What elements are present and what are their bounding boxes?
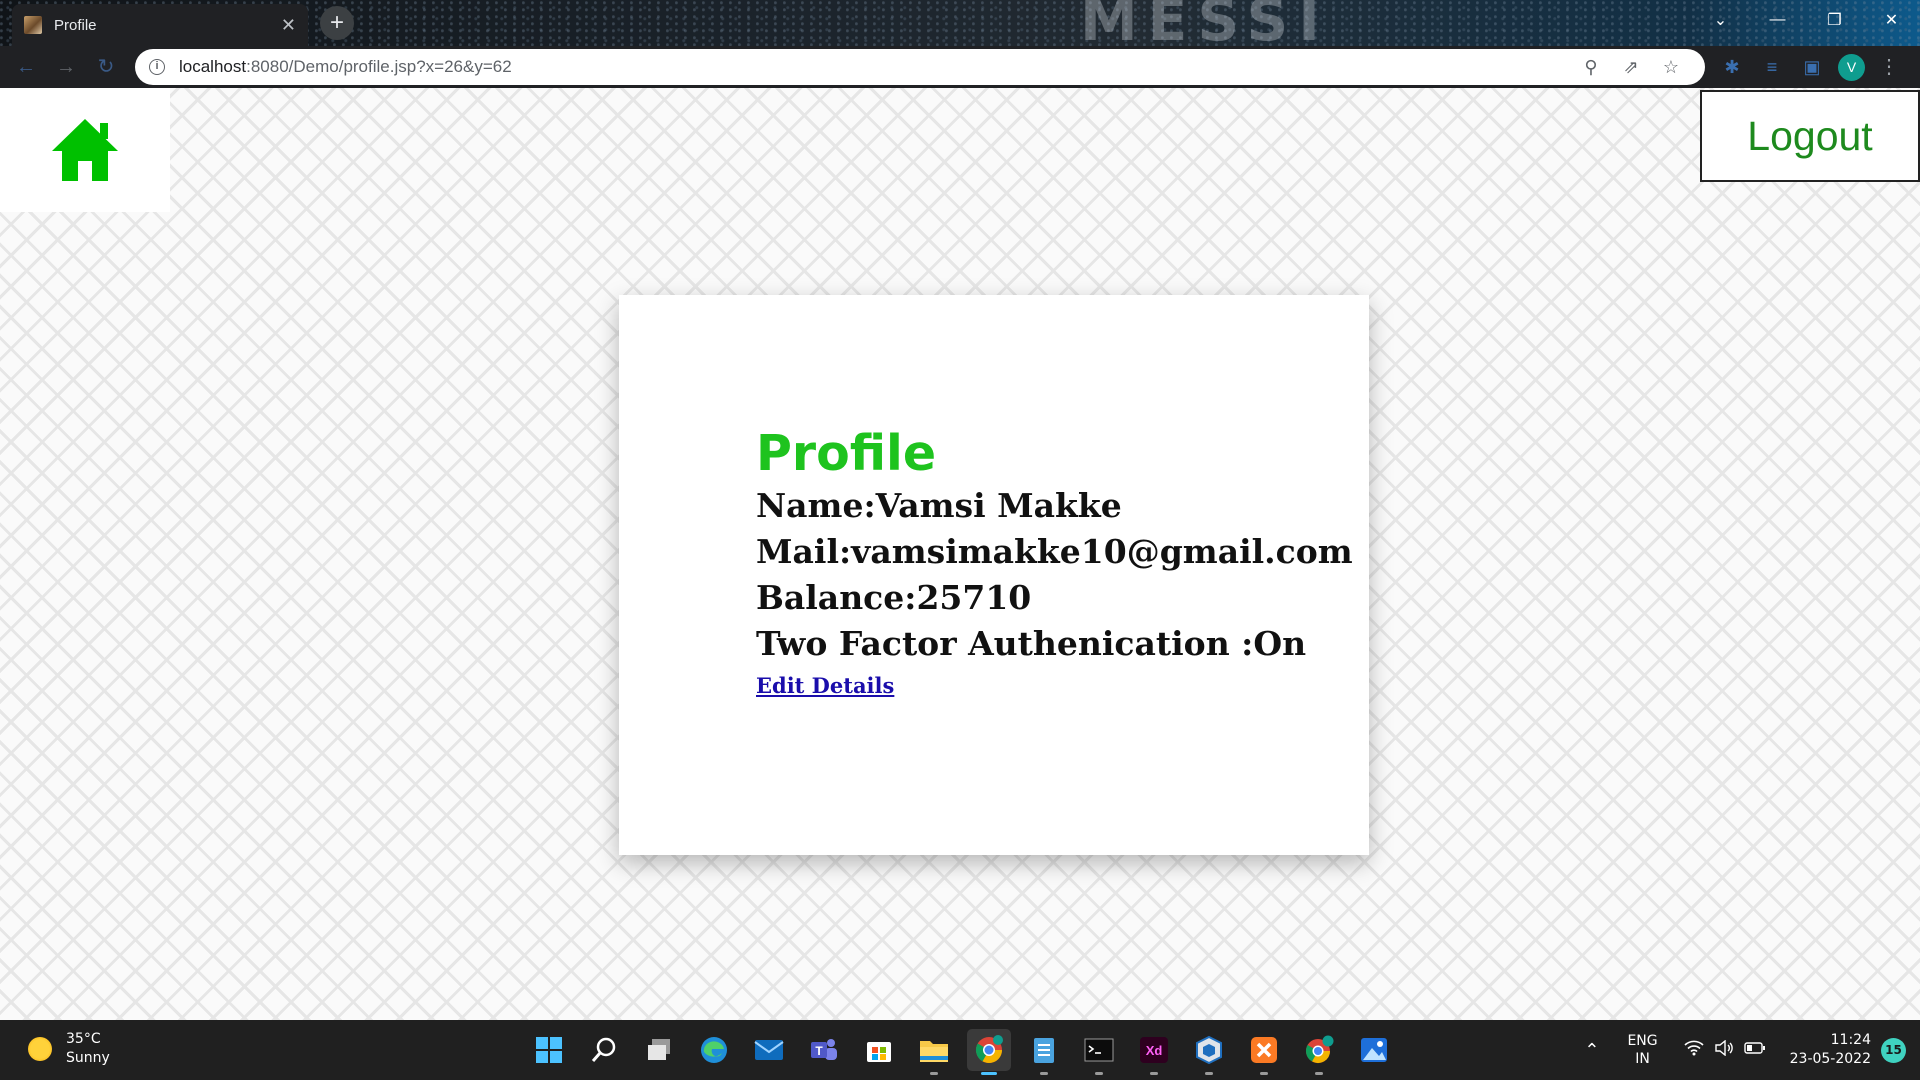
info-icon[interactable]: i: [149, 59, 165, 75]
running-indicator: [1040, 1072, 1048, 1075]
taskbar-apps: T Xd: [527, 1029, 1407, 1075]
new-tab-button[interactable]: +: [320, 6, 354, 40]
menu-icon[interactable]: ⋮: [1874, 46, 1904, 88]
url-text[interactable]: localhost:8080/Demo/profile.jsp?x=26&y=6…: [179, 57, 1571, 77]
clock[interactable]: 11:24 23-05-2022: [1790, 1031, 1871, 1069]
home-icon: [52, 119, 118, 181]
address-bar[interactable]: i localhost:8080/Demo/profile.jsp?x=26&y…: [135, 49, 1705, 85]
notepad-icon[interactable]: [1022, 1029, 1066, 1075]
restore-icon[interactable]: ❐: [1806, 0, 1863, 40]
lang-top: ENG: [1627, 1033, 1658, 1049]
weather-widget[interactable]: 35°C Sunny: [28, 1030, 110, 1068]
window-controls: ⌄ — ❐ ✕: [1692, 0, 1920, 40]
minimize-icon[interactable]: —: [1749, 0, 1806, 40]
lang-bottom: IN: [1635, 1051, 1650, 1067]
mail-field: Mail:vamsimakke10@gmail.com: [756, 532, 1353, 571]
search-icon[interactable]: [582, 1029, 626, 1071]
reading-list-icon[interactable]: ≡: [1752, 46, 1792, 88]
running-indicator: [1260, 1072, 1268, 1075]
back-arrow-icon[interactable]: ←: [6, 50, 46, 84]
profile-avatar[interactable]: V: [1838, 54, 1865, 81]
adobe-xd-icon[interactable]: Xd: [1132, 1029, 1176, 1075]
active-indicator: [981, 1072, 997, 1075]
photos-icon[interactable]: [1352, 1029, 1396, 1071]
virtualbox-icon[interactable]: [1187, 1029, 1231, 1075]
running-indicator: [1150, 1072, 1158, 1075]
chrome-profile-icon[interactable]: [1297, 1029, 1341, 1075]
chrome-icon[interactable]: [967, 1029, 1011, 1075]
balance-field: Balance:25710: [756, 578, 1032, 617]
forward-arrow-icon[interactable]: →: [46, 50, 86, 84]
tab-favicon-icon: [24, 16, 42, 34]
running-indicator: [1205, 1072, 1213, 1075]
running-indicator: [930, 1072, 938, 1075]
edge-icon[interactable]: [692, 1029, 736, 1071]
clock-time: 11:24: [1830, 1032, 1871, 1048]
browser-titlebar: Profile ✕ + MESSI ⌄ — ❐ ✕: [0, 0, 1920, 54]
tab-title: Profile: [54, 16, 97, 34]
xd-label: Xd: [1146, 1043, 1163, 1058]
file-explorer-icon[interactable]: [912, 1029, 956, 1075]
name-field: Name:Vamsi Makke: [756, 486, 1122, 525]
teams-icon[interactable]: T: [802, 1029, 846, 1071]
browser-toolbar: ← → ↻ i localhost:8080/Demo/profile.jsp?…: [0, 46, 1920, 88]
language-indicator[interactable]: ENG IN: [1627, 1032, 1657, 1068]
terminal-icon[interactable]: [1077, 1029, 1121, 1075]
profile-card: Profile Name:Vamsi Makke Mail:vamsimakke…: [619, 295, 1369, 855]
reload-icon[interactable]: ↻: [86, 50, 126, 84]
notification-badge[interactable]: 15: [1881, 1037, 1906, 1063]
profile-heading: Profile: [756, 425, 937, 482]
close-tab-icon[interactable]: ✕: [281, 15, 296, 36]
star-icon[interactable]: ☆: [1651, 57, 1691, 78]
xampp-icon[interactable]: [1242, 1029, 1286, 1075]
share-icon[interactable]: ⇗: [1611, 57, 1651, 78]
running-indicator: [1315, 1072, 1323, 1075]
profile-details: Profile Name:Vamsi Makke Mail:vamsimakke…: [756, 425, 1353, 698]
edit-details-link[interactable]: Edit Details: [756, 673, 894, 698]
zoom-icon[interactable]: ⚲: [1571, 57, 1611, 78]
page-body: Logout Profile Name:Vamsi Makke Mail:vam…: [0, 88, 1920, 1020]
system-tray: ⌃ ENG IN 11:24 23-05-2022 15: [1584, 1020, 1920, 1080]
tab-search-icon[interactable]: ⌄: [1692, 0, 1749, 40]
mail-icon[interactable]: [747, 1029, 791, 1071]
sun-icon: [28, 1037, 52, 1061]
volume-icon[interactable]: [1714, 1039, 1734, 1061]
windows-start-icon[interactable]: [527, 1029, 571, 1071]
home-button[interactable]: [0, 88, 170, 212]
wifi-icon[interactable]: [1684, 1040, 1704, 1061]
taskbar: 35°C Sunny T Xd ⌃ ENG IN 11:24 23-05-202…: [0, 1020, 1920, 1080]
url-path: :8080/Demo/profile.jsp?x=26&y=62: [246, 57, 512, 76]
running-indicator: [1095, 1072, 1103, 1075]
battery-icon[interactable]: [1743, 1040, 1766, 1060]
task-view-icon[interactable]: [637, 1029, 681, 1071]
extensions-icon[interactable]: ✱: [1712, 46, 1752, 88]
svg-text:T: T: [815, 1044, 823, 1058]
side-panel-icon[interactable]: ▣: [1792, 46, 1832, 88]
close-window-icon[interactable]: ✕: [1863, 0, 1920, 40]
store-icon[interactable]: [857, 1029, 901, 1071]
two-factor-field: Two Factor Authenication :On: [756, 624, 1307, 663]
logout-button[interactable]: Logout: [1700, 90, 1920, 182]
weather-desc: Sunny: [66, 1050, 110, 1066]
chevron-up-icon[interactable]: ⌃: [1584, 1040, 1599, 1061]
weather-temp: 35°C: [66, 1031, 101, 1047]
browser-tab[interactable]: Profile ✕: [12, 4, 308, 46]
clock-date: 23-05-2022: [1789, 1051, 1871, 1067]
url-host: localhost: [179, 57, 247, 76]
